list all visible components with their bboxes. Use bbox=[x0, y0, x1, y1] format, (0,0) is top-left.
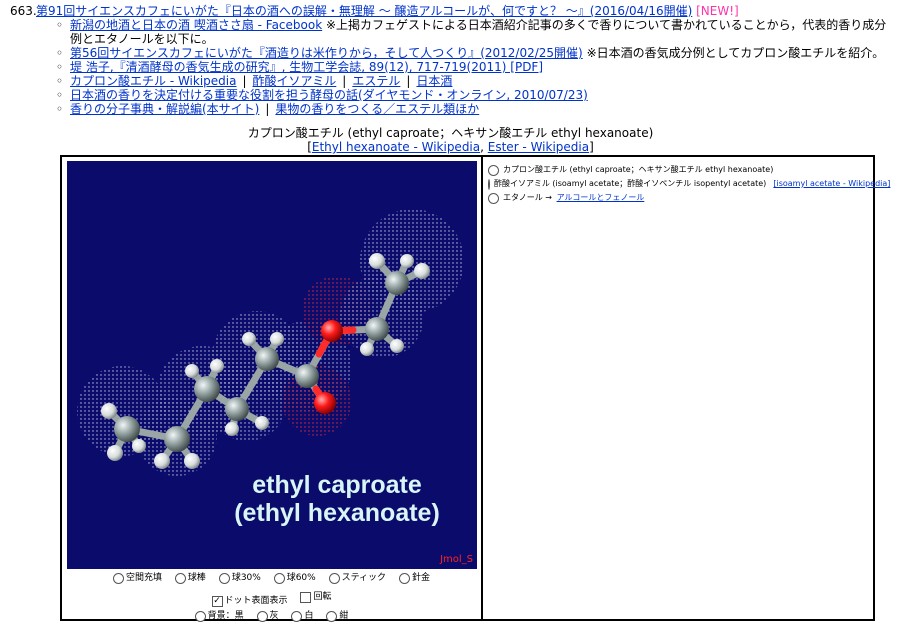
separator: | bbox=[342, 74, 347, 88]
radio-icon bbox=[328, 573, 340, 584]
list-note: ※日本酒の香気成分例としてカプロン酸エチルを紹介。 bbox=[586, 46, 885, 60]
radio-icon bbox=[273, 573, 285, 584]
render-controls: 空間充填 球棒 球30% 球60% スティック 針金 ✓ ドット表面表示 回転 背… bbox=[62, 571, 481, 628]
molecule-option-ethyl-caproate[interactable]: カプロン酸エチル (ethyl caproate；ヘキサン酸エチル ethyl … bbox=[488, 163, 873, 177]
style-ball60[interactable]: 球60% bbox=[273, 571, 316, 586]
list-item: 日本酒の香りを決定付ける重要な役割を担う酵母の話(ダイヤモンド・オンライン, 2… bbox=[56, 88, 895, 102]
radio-icon bbox=[218, 573, 230, 584]
radio-icon bbox=[488, 164, 499, 176]
article-entry: 663.第91回サイエンスカフェにいがた『日本の酒への誤解・無理解 ～ 醸造アル… bbox=[10, 4, 895, 116]
radio-icon bbox=[488, 178, 490, 190]
related-links-list: 新潟の地酒と日本の酒 喫酒ささ扇 - Facebook ※上掲カフェゲストによる… bbox=[10, 18, 895, 116]
alcohol-phenol-link[interactable]: アルコールとフェノール bbox=[557, 191, 645, 205]
molecule-name-line1: ethyl caproate bbox=[252, 471, 422, 499]
radio-icon bbox=[291, 611, 303, 622]
molecule-viewer-frame: ethyl caproate (ethyl hexanoate) Jmol_S … bbox=[60, 155, 890, 622]
style-ballstick[interactable]: 球棒 bbox=[174, 571, 206, 586]
list-item: 香りの分子事典・解説編(本サイト) | 果物の香りをつくる／エステル類ほか bbox=[56, 102, 895, 116]
render-style-row: 空間充填 球棒 球30% 球60% スティック 針金 bbox=[62, 571, 481, 590]
list-item: カプロン酸エチル - Wikipedia | 酢酸イソアミル | エステル | 日本酒 bbox=[56, 74, 895, 88]
ester-wiki-link[interactable]: Ester - Wikipedia bbox=[488, 140, 589, 154]
aroma-dictionary-link[interactable]: 香りの分子事典・解説編(本サイト) bbox=[70, 102, 259, 116]
style-stick[interactable]: スティック bbox=[328, 571, 386, 586]
checkbox-checked-icon: ✓ bbox=[211, 596, 223, 607]
frame-divider bbox=[481, 157, 483, 619]
list-item: 第56回サイエンスカフェにいがた『酒造りは米作りから，そして人つくり』(2012… bbox=[56, 46, 895, 60]
dot-surface-checkbox[interactable]: ✓ ドット表面表示 bbox=[211, 594, 288, 609]
radio-icon bbox=[256, 611, 268, 622]
toggle-row: ✓ ドット表面表示 回転 bbox=[62, 590, 481, 609]
list-item: 堤 浩子,『清酒酵母の香気生成の研究』, 生物工学会誌, 89(12), 717… bbox=[56, 60, 895, 74]
jmol-watermark: Jmol_S bbox=[440, 554, 473, 565]
bg-gray-radio[interactable]: 灰 bbox=[256, 609, 279, 624]
rotate-checkbox[interactable]: 回転 bbox=[300, 590, 331, 605]
radio-icon bbox=[326, 611, 338, 622]
sake-link[interactable]: 日本酒 bbox=[416, 74, 452, 88]
separator: | bbox=[242, 74, 247, 88]
radio-icon bbox=[194, 611, 206, 622]
cafe56-link[interactable]: 第56回サイエンスカフェにいがた『酒造りは米作りから，そして人つくり』(2012… bbox=[70, 46, 583, 60]
facebook-link[interactable]: 新潟の地酒と日本の酒 喫酒ささ扇 - Facebook bbox=[70, 18, 322, 32]
molecule-wiki-links: [Ethyl hexanoate - Wikipedia, Ester - Wi… bbox=[307, 140, 594, 154]
fruit-ester-link[interactable]: 果物の香りをつくる／エステル類ほか bbox=[275, 102, 479, 116]
style-spacefill[interactable]: 空間充填 bbox=[113, 571, 162, 586]
separator: | bbox=[265, 102, 270, 116]
ethyl-hexanoate-wiki-link[interactable]: Ethyl hexanoate - Wikipedia bbox=[312, 140, 480, 154]
list-item: 新潟の地酒と日本の酒 喫酒ささ扇 - Facebook ※上掲カフェゲストによる… bbox=[56, 18, 895, 46]
radio-icon bbox=[174, 573, 186, 584]
new-badge: [NEW!] bbox=[696, 4, 739, 18]
molecule-option-ethanol[interactable]: エタノール → アルコールとフェノール bbox=[488, 191, 873, 205]
molecule-name-line2: (ethyl hexanoate) bbox=[234, 499, 440, 527]
molecule-title: カプロン酸エチル (ethyl caproate；ヘキサン酸エチル ethyl … bbox=[247, 126, 654, 140]
radio-icon bbox=[488, 192, 499, 204]
molecule-select-list: カプロン酸エチル (ethyl caproate；ヘキサン酸エチル ethyl … bbox=[488, 163, 890, 205]
background-row: 背景：黒 灰 白 紺 bbox=[62, 609, 481, 628]
separator: | bbox=[406, 74, 411, 88]
bg-navy-radio[interactable]: 紺 bbox=[326, 609, 348, 624]
entry-header: 663.第91回サイエンスカフェにいがた『日本の酒への誤解・無理解 ～ 醸造アル… bbox=[10, 4, 895, 18]
jmol-viewer[interactable]: ethyl caproate (ethyl hexanoate) Jmol_S bbox=[67, 161, 477, 569]
paper-pdf-link[interactable]: 堤 浩子,『清酒酵母の香気生成の研究』, 生物工学会誌, 89(12), 717… bbox=[70, 60, 543, 74]
entry-number: 663. bbox=[10, 4, 37, 18]
wiki-ethyl-caproate-link[interactable]: カプロン酸エチル - Wikipedia bbox=[70, 74, 236, 88]
bg-white-radio[interactable]: 白 bbox=[291, 609, 313, 624]
style-wire[interactable]: 針金 bbox=[398, 571, 430, 586]
checkbox-icon bbox=[300, 592, 312, 603]
style-ball30[interactable]: 球30% bbox=[218, 571, 261, 586]
entry-title-link[interactable]: 第91回サイエンスカフェにいがた『日本の酒への誤解・無理解 ～ 醸造アルコールが… bbox=[36, 4, 692, 18]
radio-icon bbox=[398, 573, 410, 584]
radio-icon bbox=[113, 573, 125, 584]
bg-black-radio[interactable]: 背景：黒 bbox=[194, 609, 244, 624]
yeast-article-link[interactable]: 日本酒の香りを決定付ける重要な役割を担う酵母の話(ダイヤモンド・オンライン, 2… bbox=[70, 88, 588, 102]
molecule-option-isoamyl-acetate[interactable]: 酢酸イソアミル (isoamyl acetate；酢酸イソペンチル isopen… bbox=[488, 177, 890, 191]
ester-link[interactable]: エステル bbox=[352, 74, 400, 88]
molecule-name-overlay: ethyl caproate (ethyl hexanoate) bbox=[207, 471, 467, 527]
isoamyl-acetate-link[interactable]: 酢酸イソアミル bbox=[253, 74, 337, 88]
isoamyl-acetate-wiki-link[interactable]: [isoamyl acetate - Wikipedia] bbox=[773, 177, 890, 191]
